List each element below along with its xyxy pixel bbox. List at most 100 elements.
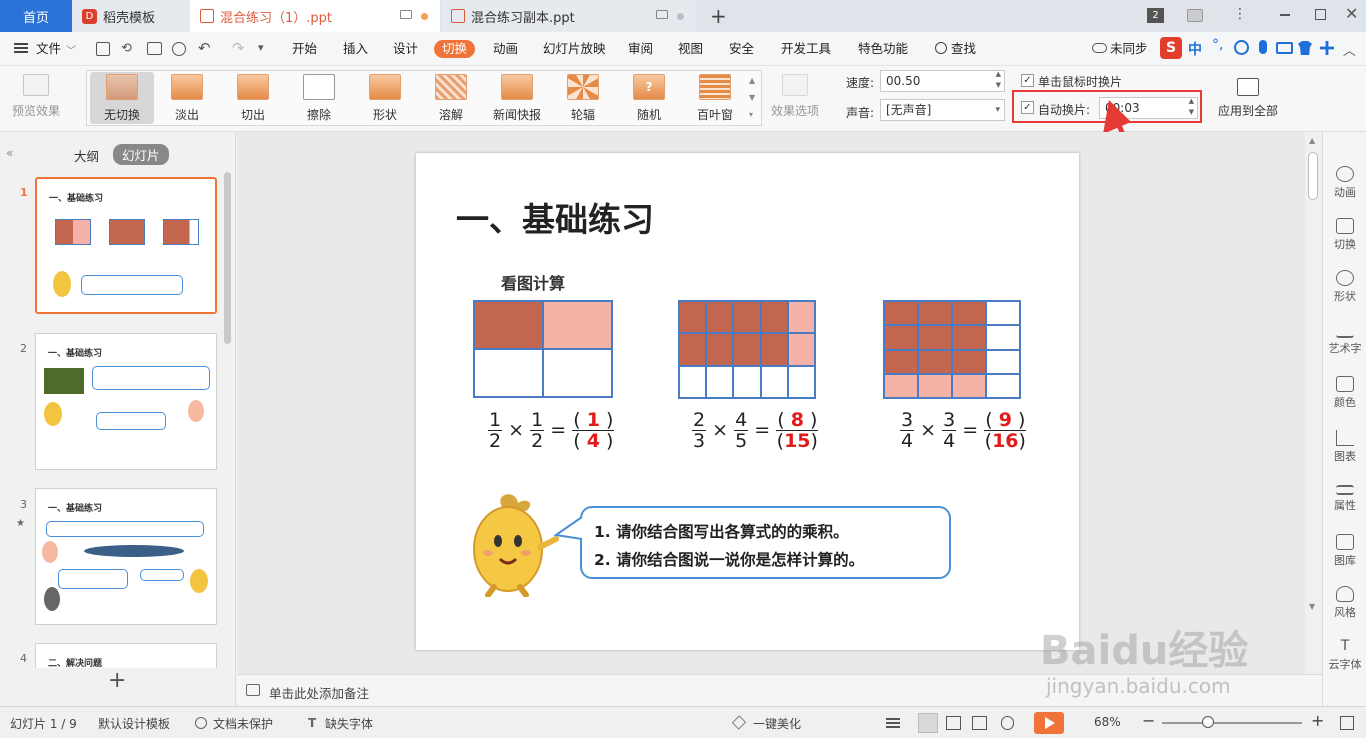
design-template[interactable]: 默认设计模板 <box>98 715 170 732</box>
panel-style[interactable]: 风格 <box>1323 586 1366 620</box>
monitor-icon[interactable] <box>400 10 412 19</box>
effect-options-button[interactable]: 效果选项 <box>765 72 825 124</box>
effect-wipe[interactable]: 擦除 <box>289 72 349 124</box>
panel-properties[interactable]: 属性 <box>1323 482 1366 513</box>
preview-icon[interactable] <box>172 42 186 56</box>
menu-review[interactable]: 审阅 <box>628 40 653 58</box>
tab-slides[interactable]: 幻灯片 <box>113 144 169 165</box>
collapse-panel-icon[interactable]: « <box>6 146 13 160</box>
play-slideshow-button[interactable] <box>1034 712 1064 734</box>
chevron-down-icon[interactable]: ﹀ <box>66 42 76 57</box>
effect-newsflash[interactable]: 新闻快报 <box>487 72 547 124</box>
sound-select[interactable]: [无声音] ▾ <box>880 99 1005 121</box>
preview-effect-button[interactable]: 预览效果 <box>6 72 66 124</box>
zoom-out-button[interactable]: − <box>1142 711 1155 730</box>
minimize-icon[interactable] <box>1280 14 1290 16</box>
skin-icon[interactable] <box>1298 41 1312 55</box>
zoom-slider[interactable] <box>1162 722 1302 724</box>
effect-none[interactable]: 无切换 <box>90 72 154 124</box>
slide-thumb-2[interactable]: 一、基础练习 <box>35 333 217 470</box>
print-icon[interactable] <box>147 42 162 55</box>
panel-color[interactable]: 颜色 <box>1323 376 1366 410</box>
scroll-down-icon[interactable]: ▼ <box>1309 602 1315 611</box>
speed-input[interactable]: 00.50 ▲ ▼ <box>880 70 1005 92</box>
toolbox-icon[interactable] <box>1320 41 1334 55</box>
menu-developer[interactable]: 开发工具 <box>781 40 831 58</box>
click-advance-checkbox[interactable]: ✓ <box>1021 74 1034 87</box>
slide-thumb-1[interactable]: 一、基础练习 <box>35 177 217 314</box>
add-slide-button[interactable]: + <box>108 670 126 692</box>
gallery-scroll[interactable]: ▲ ▼ ▾ <box>749 72 755 123</box>
notes-placeholder[interactable]: 单击此处添加备注 <box>269 683 369 702</box>
effect-random[interactable]: ? 随机 <box>619 72 679 124</box>
effect-cut[interactable]: 切出 <box>223 72 283 124</box>
document-protection[interactable]: 文档未保护 <box>213 715 273 732</box>
reading-view-icon[interactable] <box>972 716 987 730</box>
panel-transition[interactable]: 切换 <box>1323 218 1366 252</box>
window-count-badge[interactable]: 2 <box>1147 8 1164 23</box>
new-tab-button[interactable]: + <box>710 4 727 28</box>
cloud-icon[interactable] <box>1092 43 1107 53</box>
hamburger-icon[interactable] <box>14 43 28 45</box>
menu-view[interactable]: 视图 <box>678 40 703 58</box>
slide[interactable]: 一、基础练习 看图计算 12 × 12 = ( 1 )( 4 ) 23 × 45… <box>416 153 1079 650</box>
apply-all-button[interactable]: 应用到全部 <box>1212 72 1284 124</box>
restore-icon[interactable] <box>1315 9 1326 20</box>
panel-scrollbar[interactable] <box>224 172 231 344</box>
panel-cloud-font[interactable]: T 云字体 <box>1323 638 1366 672</box>
emoji-icon[interactable] <box>1234 40 1249 55</box>
zoom-level[interactable]: 68% <box>1094 715 1121 729</box>
spin-icon[interactable]: ▲ ▼ <box>1189 96 1194 118</box>
more-icon[interactable]: ⋮ <box>1233 6 1247 22</box>
slide-thumb-4[interactable]: 二、解决问题 <box>35 643 217 669</box>
tab-template[interactable]: D 稻壳模板 <box>72 0 190 32</box>
menu-insert[interactable]: 插入 <box>343 40 368 58</box>
zoom-slider-thumb[interactable] <box>1202 716 1214 728</box>
spin-icon[interactable]: ▲ ▼ <box>996 69 1001 91</box>
undo-icon[interactable]: ↶ <box>198 39 211 57</box>
menu-search[interactable]: 查找 <box>951 40 976 58</box>
panel-wordart[interactable]: 艺术字 <box>1323 322 1366 356</box>
close-icon[interactable]: ✕ <box>1345 4 1358 23</box>
presenter-view-icon[interactable] <box>1001 716 1014 730</box>
redo-icon[interactable]: ↷ <box>232 39 245 57</box>
sogou-ime-icon[interactable]: S <box>1160 37 1182 59</box>
menu-security[interactable]: 安全 <box>729 40 754 58</box>
menu-features[interactable]: 特色功能 <box>858 40 908 58</box>
tab-doc-active[interactable]: 混合练习（1）.ppt <box>190 0 440 32</box>
fit-window-icon[interactable] <box>1340 716 1354 730</box>
canvas-scrollbar[interactable]: ▲ ▼ <box>1305 132 1322 674</box>
menu-transition[interactable]: 切换 <box>434 40 476 58</box>
scroll-up-icon[interactable]: ▲ <box>1309 136 1315 145</box>
effect-blinds[interactable]: 百叶窗 <box>685 72 745 124</box>
tab-outline[interactable]: 大纲 <box>74 146 99 165</box>
effect-shape[interactable]: 形状 <box>355 72 415 124</box>
effect-fade[interactable]: 淡出 <box>157 72 217 124</box>
missing-fonts[interactable]: 缺失字体 <box>325 715 373 732</box>
panel-animation[interactable]: 动画 <box>1323 166 1366 200</box>
tab-doc-copy[interactable]: 混合练习副本.ppt <box>441 0 696 32</box>
microphone-icon[interactable] <box>1259 40 1267 54</box>
menu-design[interactable]: 设计 <box>393 40 418 58</box>
panel-chart[interactable]: 图表 <box>1323 430 1366 464</box>
normal-view-icon[interactable] <box>918 713 938 733</box>
menu-file[interactable]: 文件 <box>36 40 61 58</box>
panel-gallery[interactable]: 图库 <box>1323 534 1366 568</box>
search-icon[interactable] <box>935 42 947 54</box>
menu-animation[interactable]: 动画 <box>493 40 518 58</box>
collapse-ribbon-icon[interactable]: ︿ <box>1343 40 1356 59</box>
monitor-icon[interactable] <box>656 10 668 19</box>
keyboard-icon[interactable] <box>1276 42 1293 54</box>
format-painter-icon[interactable]: ⟲ <box>121 41 132 56</box>
tab-home[interactable]: 首页 <box>0 0 72 32</box>
auto-advance-checkbox[interactable]: ✓ <box>1021 101 1034 114</box>
menu-slideshow[interactable]: 幻灯片放映 <box>543 40 606 58</box>
panel-shape[interactable]: 形状 <box>1323 270 1366 304</box>
one-click-beautify[interactable]: 一键美化 <box>753 715 801 732</box>
save-icon[interactable] <box>96 42 110 56</box>
effect-wheel[interactable]: 轮辐 <box>553 72 613 124</box>
zoom-in-button[interactable]: + <box>1311 711 1324 730</box>
punctuation-icon[interactable]: °, <box>1212 37 1223 53</box>
slide-sorter-icon[interactable] <box>946 716 961 730</box>
customize-icon[interactable]: ▾ <box>258 41 264 54</box>
